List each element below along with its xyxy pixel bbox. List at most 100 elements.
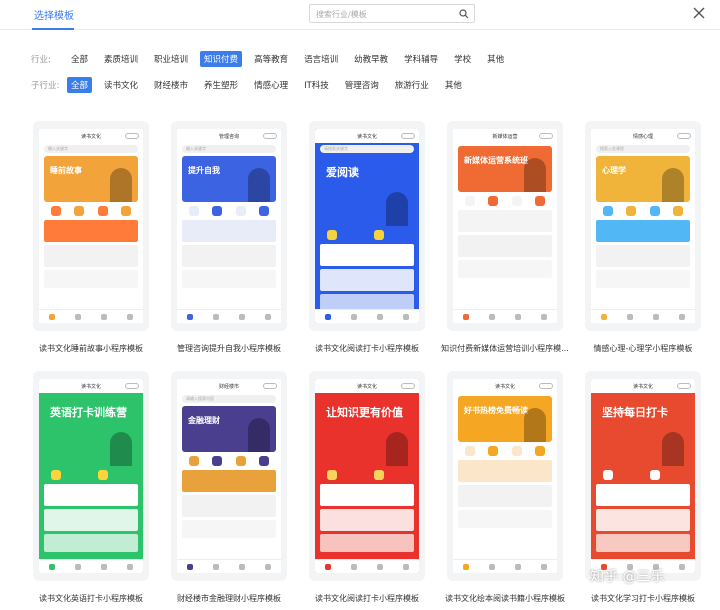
template-preview: 财经楼市 请输入搜索内容 金融理财 [177,379,281,573]
preview-content-block [320,534,414,552]
preview-banner: 睡前故事 [44,156,138,202]
tab-select-template[interactable]: 选择模板 [34,7,74,22]
sub-industry-chip[interactable]: 读书文化 [100,77,142,93]
industry-chip[interactable]: 全部 [67,51,92,67]
preview-content-block [44,509,138,531]
template-preview: 读书文化 好书热榜免费畅读 [453,379,557,573]
template-title[interactable]: 知识付费新媒体运营培训小程序模... [440,343,570,354]
close-icon[interactable] [692,6,706,20]
preview-title: 读书文化 [356,133,377,140]
preview-title-bar: 读书文化 [315,129,419,143]
watermark: 知乎 @三乐 [590,569,665,585]
preview-menu-icon [125,383,139,389]
industry-chip[interactable]: 学校 [450,51,475,67]
industry-chip[interactable]: 知识付费 [200,51,243,67]
template-card[interactable]: 情感心理 搜索入驻课程 心理学 [585,121,701,331]
preview-banner-text: 英语打卡训练营 [50,406,127,419]
template-card[interactable]: 读书文化 坚持每日打卡 [585,371,701,581]
template-card[interactable]: 管理咨询 输入关键字 提升自我 [171,121,287,331]
industry-chip[interactable]: 职业培训 [150,51,192,67]
preview-title: 情感心理 [632,133,653,140]
preview-title-bar: 读书文化 [591,379,695,393]
template-preview: 读书文化 请搜索关键字 爱阅读 [315,129,419,323]
industry-chip[interactable]: 学科辅导 [400,51,442,67]
search-placeholder: 搜索行业/模板 [316,10,367,19]
preview-content-block [44,220,138,242]
preview-tab-bar [453,559,557,573]
preview-figure [524,408,546,442]
search-icon[interactable] [459,9,469,19]
template-title[interactable]: 读书文化绘本阅读书籍小程序模板 [440,593,570,604]
preview-banner-text: 让知识更有价值 [326,406,403,419]
preview-banner: 提升自我 [182,156,276,202]
preview-title: 读书文化 [494,383,515,390]
template-title[interactable]: 情感心理-心理学小程序模板 [578,343,708,354]
sub-industry-chip[interactable]: IT科技 [300,77,333,93]
sub-industry-chip[interactable]: 管理咨询 [341,77,383,93]
preview-search: 输入关键字 [182,145,276,153]
preview-icon-row [458,196,552,206]
template-card[interactable]: 读书文化 请搜索关键字 爱阅读 [309,121,425,331]
template-title[interactable]: 读书文化英语打卡小程序模板 [26,593,156,604]
industry-chip[interactable]: 素质培训 [100,51,142,67]
template-preview: 情感心理 搜索入驻课程 心理学 [591,129,695,323]
sub-industry-chip[interactable]: 养生塑形 [200,77,242,93]
preview-menu-icon [539,133,553,139]
preview-menu-icon [263,133,277,139]
preview-content-block [182,245,276,267]
preview-content-block [596,534,690,552]
sub-industry-filter: 子行业: 全部 读书文化 财经楼市 养生塑形 情感心理 IT科技 管理咨询 旅游行业 其他 [31,77,474,93]
industry-chip[interactable]: 幼教早教 [350,51,392,67]
template-title[interactable]: 管理咨询提升自我小程序模板 [164,343,294,354]
industry-chip[interactable]: 语言培训 [300,51,342,67]
preview-content-block [458,510,552,528]
template-card[interactable]: 读书文化 英语打卡训练营 [33,371,149,581]
sub-industry-chip[interactable]: 其他 [441,77,466,93]
template-card[interactable]: 读书文化 好书热榜免费畅读 [447,371,563,581]
search-input[interactable]: 搜索行业/模板 [309,4,475,23]
sub-industry-chip[interactable]: 全部 [67,77,93,93]
preview-menu-icon [677,383,691,389]
preview-icon-row [320,470,414,480]
template-title[interactable]: 读书文化阅读打卡小程序模板 [302,593,432,604]
template-preview: 读书文化 输入关键字 睡前故事 [39,129,143,323]
template-card[interactable]: 读书文化 让知识更有价值 [309,371,425,581]
preview-tab-bar [177,559,281,573]
preview-title-bar: 读书文化 [39,129,143,143]
preview-banner: 新媒体运营系统班 [458,146,552,192]
template-title[interactable]: 读书文化阅读打卡小程序模板 [302,343,432,354]
preview-icon-row [458,446,552,456]
template-preview: 读书文化 让知识更有价值 [315,379,419,573]
template-title[interactable]: 读书文化睡前故事小程序模板 [26,343,156,354]
sub-industry-label: 子行业: [31,81,60,91]
template-card[interactable]: 读书文化 输入关键字 睡前故事 [33,121,149,331]
preview-menu-icon [401,133,415,139]
preview-menu-icon [539,383,553,389]
industry-label: 行业: [31,55,51,65]
industry-chip[interactable]: 其他 [483,51,508,67]
preview-icon-row [596,206,690,216]
preview-title: 财经楼市 [218,383,239,390]
sub-industry-chip[interactable]: 情感心理 [250,77,292,93]
preview-title: 读书文化 [80,383,101,390]
preview-menu-icon [125,133,139,139]
template-card[interactable]: 新媒体运营 新媒体运营系统班 [447,121,563,331]
preview-title-bar: 财经楼市 [177,379,281,393]
preview-tab-bar [591,309,695,323]
template-preview: 读书文化 英语打卡训练营 [39,379,143,573]
sub-industry-chip[interactable]: 财经楼市 [150,77,192,93]
preview-icon-row [320,230,414,240]
template-title[interactable]: 财经楼市金融理财小程序模板 [164,593,294,604]
preview-content-block [44,484,138,506]
preview-title-bar: 新媒体运营 [453,129,557,143]
industry-chip[interactable]: 高等教育 [250,51,292,67]
preview-figure [662,168,684,202]
preview-banner-text: 坚持每日打卡 [602,406,668,419]
sub-industry-chip[interactable]: 旅游行业 [391,77,433,93]
template-card[interactable]: 财经楼市 请输入搜索内容 金融理财 [171,371,287,581]
template-title[interactable]: 读书文化学习打卡小程序模板 [578,593,708,604]
preview-icon-row [596,470,690,480]
industry-filter: 行业: 全部 素质培训 职业培训 知识付费 高等教育 语言培训 幼教早教 学科辅导 学校 其他 [31,51,516,67]
preview-figure [386,192,408,226]
preview-banner: 坚持每日打卡 [596,396,690,466]
